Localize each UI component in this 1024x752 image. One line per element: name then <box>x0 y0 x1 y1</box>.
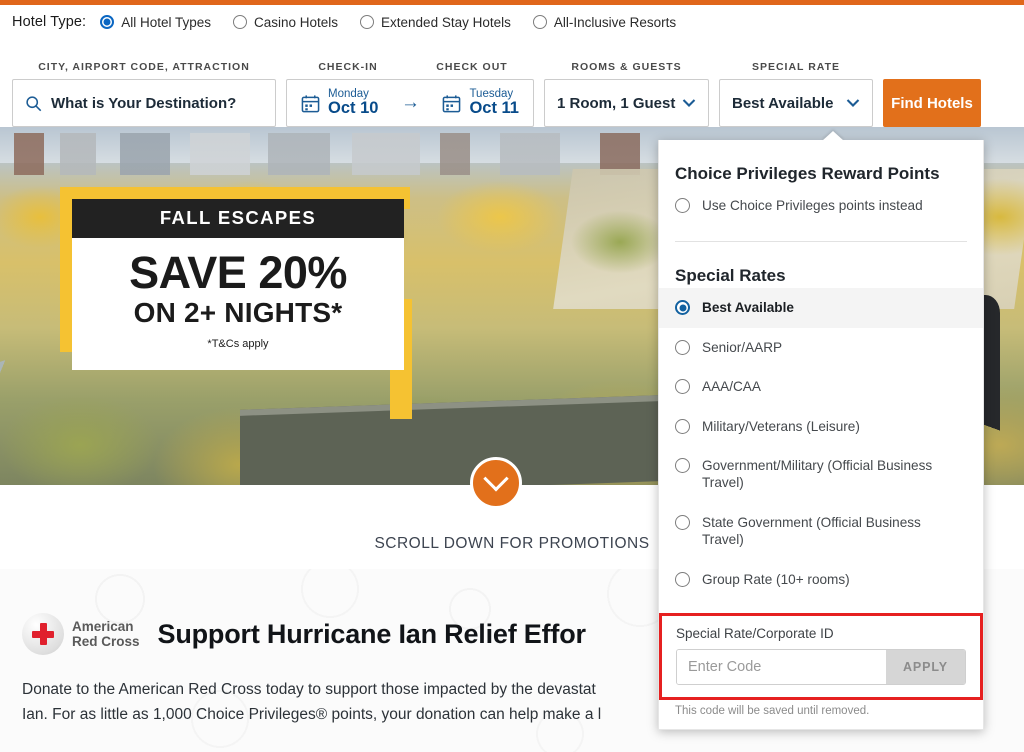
corporate-id-input[interactable] <box>677 649 886 684</box>
red-cross-logo-line1: American <box>72 618 134 634</box>
corporate-id-label: Special Rate/Corporate ID <box>676 625 834 641</box>
hotel-type-option-extended-stay[interactable]: Extended Stay Hotels <box>360 15 511 30</box>
submit-group: Find Hotels <box>883 57 981 127</box>
date-range-arrow-icon: → <box>400 92 420 113</box>
option-label: Use Choice Privileges points instead <box>702 198 923 213</box>
hotel-type-option-all-inclusive[interactable]: All-Inclusive Resorts <box>532 14 677 30</box>
promo-subline: ON 2+ NIGHTS* <box>133 297 343 328</box>
checkin-date: Oct 10 <box>328 99 379 118</box>
destination-label: CITY, AIRPORT CODE, ATTRACTION <box>38 61 250 73</box>
rooms-guests-group: ROOMS & GUESTS 1 Room, 1 Guest <box>544 61 709 127</box>
search-icon <box>26 95 42 111</box>
special-rate-value: Best Available <box>732 94 834 112</box>
option-use-points[interactable]: Use Choice Privileges points instead <box>659 186 983 225</box>
promo-headline: SAVE 20% <box>129 247 347 298</box>
red-cross-title: Support Hurricane Ian Relief Effor <box>157 618 586 649</box>
rate-option-military-veterans[interactable]: Military/Veterans (Leisure) <box>659 407 983 446</box>
radio-icon[interactable] <box>675 571 690 587</box>
hotel-type-option-label: Extended Stay Hotels <box>381 14 511 30</box>
checkin-cell[interactable]: Monday Oct 10 <box>301 88 378 117</box>
checkout-label: CHECK OUT <box>436 61 508 73</box>
rate-option-government-military[interactable]: Government/Military (Official Business T… <box>659 446 983 503</box>
rate-option-state-government[interactable]: State Government (Official Business Trav… <box>659 503 983 560</box>
option-label: Group Rate (10+ rooms) <box>702 571 850 587</box>
option-label: Best Available <box>702 300 794 316</box>
find-hotels-button[interactable]: Find Hotels <box>883 79 981 127</box>
rate-option-senior-aarp[interactable]: Senior/AARP <box>659 328 983 367</box>
radio-icon[interactable] <box>675 339 690 355</box>
red-cross-body-line1: Donate to the American Red Cross today t… <box>22 681 596 698</box>
checkout-date: Oct 11 <box>469 99 519 118</box>
calendar-icon <box>443 94 461 112</box>
special-rate-label: SPECIAL RATE <box>751 61 841 73</box>
radio-icon[interactable] <box>675 457 690 473</box>
apply-code-button[interactable]: APPLY <box>886 649 965 684</box>
radio-icon[interactable] <box>675 514 690 530</box>
checkin-label: CHECK-IN <box>318 61 378 73</box>
rooms-guests-select[interactable]: 1 Room, 1 Guest <box>544 79 709 127</box>
rate-option-aaa-caa[interactable]: AAA/CAA <box>659 367 983 406</box>
option-label: Military/Veterans (Leisure) <box>702 418 860 434</box>
page-root: Hotel Type: All Hotel Types Casino Hotel… <box>0 0 1024 752</box>
red-cross-body-line2: Ian. For as little as 1,000 Choice Privi… <box>22 706 602 724</box>
hotel-type-option-all[interactable]: All Hotel Types <box>100 15 211 30</box>
calendar-icon <box>301 94 320 112</box>
option-label: State Government (Official Business Trav… <box>702 514 921 548</box>
destination-placeholder: What is Your Destination? <box>51 94 237 112</box>
special-rate-select[interactable]: Best Available <box>719 79 873 127</box>
promo-terms: *T&Cs apply <box>207 338 269 350</box>
dropdown-caret <box>822 131 844 141</box>
radio-icon[interactable] <box>675 379 690 395</box>
search-bar: CITY, AIRPORT CODE, ATTRACTION What is Y… <box>0 39 1024 127</box>
date-range-picker[interactable]: Monday Oct 10 → Tuesday Oct 11 <box>286 79 534 127</box>
hotel-type-option-label: All-Inclusive Resorts <box>553 14 677 30</box>
dates-field-group: CHECK-IN CHECK OUT Monday Oct 10 → Tuesd… <box>286 61 534 127</box>
scroll-down-label: SCROLL DOWN FOR PROMOTIONS <box>374 535 650 552</box>
hotel-type-option-casino[interactable]: Casino Hotels <box>232 14 339 30</box>
destination-field-group: CITY, AIRPORT CODE, ATTRACTION What is Y… <box>12 61 276 127</box>
rooms-guests-value: 1 Room, 1 Guest <box>557 94 676 112</box>
hotel-type-option-label: Casino Hotels <box>253 14 339 30</box>
option-label: Government/Military (Official Business T… <box>702 457 933 491</box>
special-rate-dropdown-panel: Choice Privileges Reward Points Use Choi… <box>658 140 984 730</box>
radio-icon[interactable] <box>675 198 690 213</box>
chevron-down-icon <box>682 99 696 107</box>
corporate-id-note: This code will be saved until removed. <box>675 704 870 717</box>
checkout-cell[interactable]: Tuesday Oct 11 <box>442 88 519 117</box>
scroll-down-button[interactable] <box>470 457 522 509</box>
chevron-down-icon <box>483 466 509 492</box>
radio-icon[interactable] <box>232 15 247 29</box>
special-rate-group: SPECIAL RATE Best Available <box>719 61 873 127</box>
radio-icon[interactable] <box>675 300 690 316</box>
rate-option-group-rate[interactable]: Group Rate (10+ rooms) <box>659 560 983 599</box>
hotel-type-filter: Hotel Type: All Hotel Types Casino Hotel… <box>0 5 1024 39</box>
chevron-down-icon <box>846 99 860 107</box>
red-cross-logo-line2: Red Cross <box>72 634 140 649</box>
rooms-guests-label: ROOMS & GUESTS <box>571 61 682 73</box>
option-label: AAA/CAA <box>702 379 761 395</box>
reward-points-heading: Choice Privileges Reward Points <box>675 164 940 183</box>
american-red-cross-logo: American Red Cross <box>22 613 140 655</box>
rate-option-best-available[interactable]: Best Available <box>659 288 983 328</box>
corporate-id-highlight: Special Rate/Corporate ID APPLY <box>659 612 983 700</box>
red-cross-badge <box>22 613 64 655</box>
red-cross-icon <box>32 623 54 645</box>
option-label: Senior/AARP <box>702 339 783 355</box>
special-rates-heading: Special Rates <box>675 266 786 286</box>
radio-icon[interactable] <box>532 15 547 29</box>
hotel-type-label: Hotel Type: <box>12 14 87 30</box>
radio-icon[interactable] <box>100 15 115 29</box>
destination-input-box[interactable]: What is Your Destination? <box>12 79 276 127</box>
hotel-type-option-label: All Hotel Types <box>121 14 211 30</box>
promo-eyebrow: FALL ESCAPES <box>72 199 404 238</box>
radio-icon[interactable] <box>675 418 690 434</box>
radio-icon[interactable] <box>360 15 375 29</box>
